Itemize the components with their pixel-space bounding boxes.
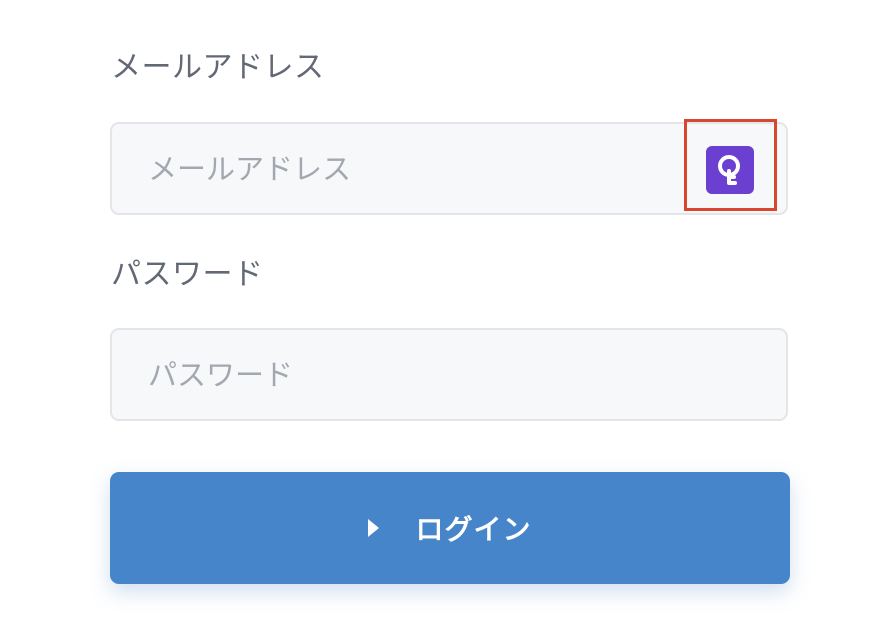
email-field[interactable] [148,124,688,213]
password-field-container [110,328,788,421]
login-button-label: ログイン [415,513,532,546]
password-manager-key-icon[interactable] [706,146,754,194]
email-label: メールアドレス [111,50,325,85]
caret-right-icon [368,519,380,537]
password-field[interactable] [148,330,688,419]
password-label: パスワード [111,257,264,292]
login-button[interactable]: ログイン [110,472,790,584]
key-icon [718,155,740,185]
